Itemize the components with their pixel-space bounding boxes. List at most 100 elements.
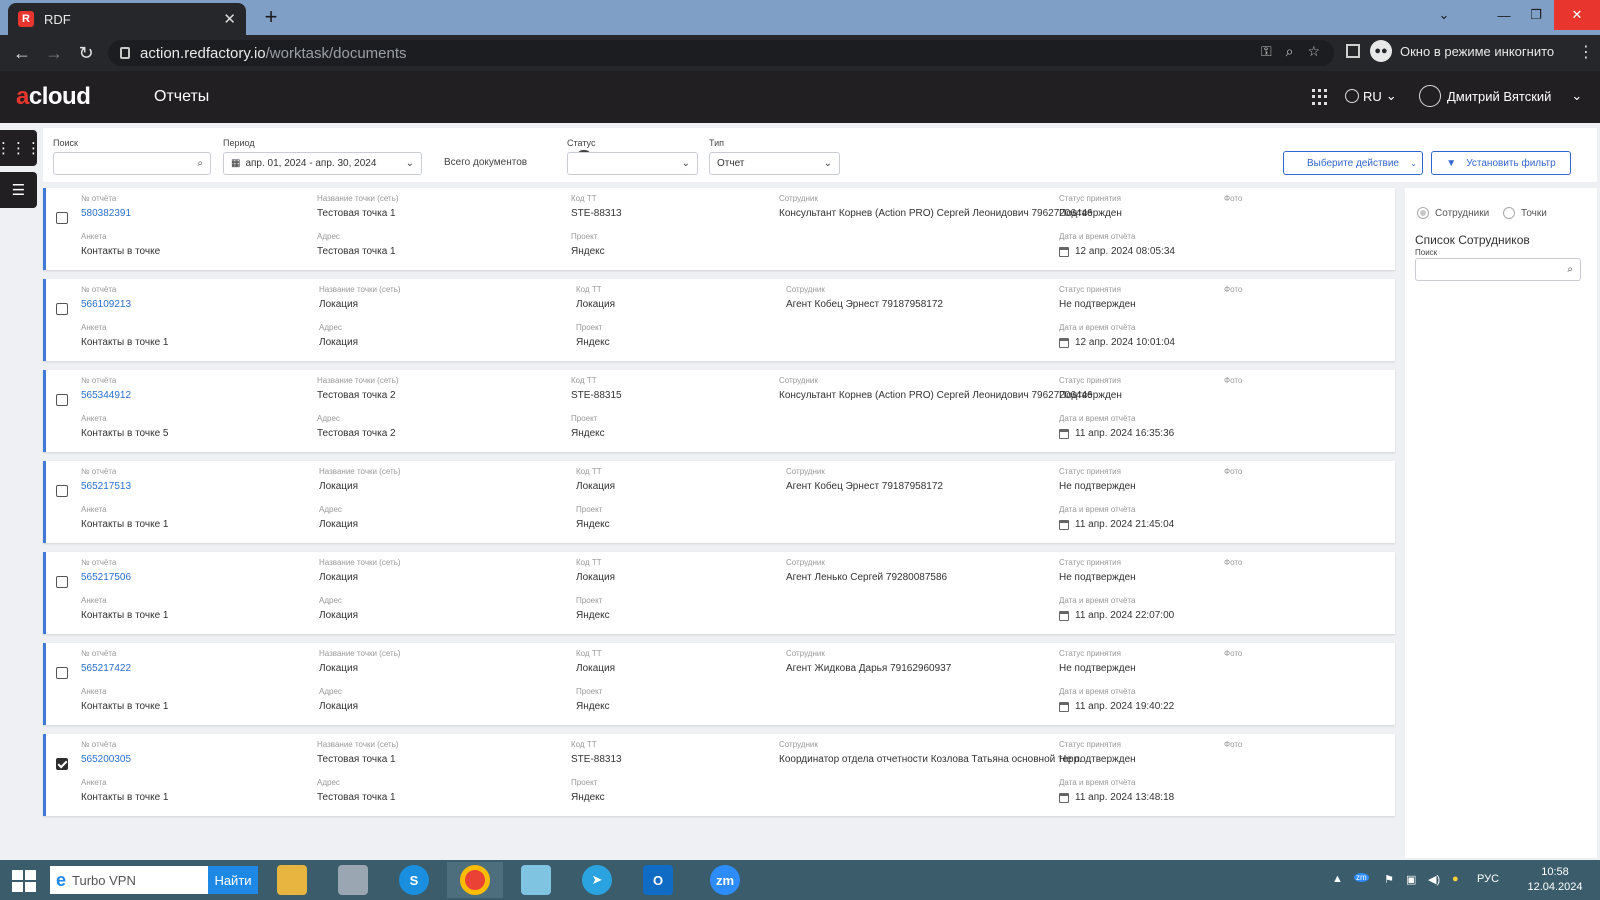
close-tab-icon[interactable]: ✕ [223,10,236,28]
address-bar[interactable]: action.redfactory.io/worktask/documents … [108,40,1334,66]
period-picker[interactable]: ▦ апр. 01, 2024 - апр. 30, 2024 ⌄ [223,152,422,175]
taskbar-find-button[interactable]: Найти [208,866,258,894]
report-card[interactable]: № отчёта 566109213 Название точки (сеть)… [43,279,1395,361]
tray-language[interactable]: РУС [1477,873,1499,885]
report-checkbox[interactable] [56,394,68,406]
report-card[interactable]: № отчёта 565344912 Название точки (сеть)… [43,370,1395,452]
incognito-indicator[interactable]: ●● Окно в режиме инкогнито [1370,40,1554,62]
minimize-window-button[interactable]: — [1488,0,1520,30]
search-input[interactable]: ⌕ [53,152,211,175]
report-datetime-label: Дата и время отчёта [1059,596,1136,605]
apps-grid-icon[interactable] [1312,89,1328,105]
taskbar-search-input[interactable]: e Turbo VPN [50,866,208,894]
language-selector[interactable]: RU ⌄ [1345,88,1397,104]
report-checkbox[interactable] [56,485,68,497]
employee-label: Сотрудник [786,285,825,294]
accept-status-value: Не подтвержден [1059,572,1136,583]
employee-value: Агент Кобец Эрнест 79187958172 [786,299,943,310]
calendar-icon: ▦ [231,158,241,169]
user-menu[interactable]: Дмитрий Вятский ⌄ [1419,85,1582,107]
side-panel-icon[interactable] [1346,44,1360,58]
chevron-down-icon[interactable]: ⌄ [1428,0,1460,30]
report-id-link[interactable]: 565217422 [81,663,131,674]
point-name-label: Название точки (сеть) [317,194,399,203]
select-action-button[interactable]: Выберите действие ⌄ [1283,151,1423,175]
radio-employees[interactable] [1417,207,1429,219]
type-select[interactable]: Отчет ⌄ [709,152,840,175]
report-checkbox[interactable] [56,212,68,224]
tray-volume-icon[interactable]: ◀) [1428,873,1440,886]
chrome-icon[interactable] [447,862,503,898]
report-datetime-value: 11 апр. 2024 22:07:00 [1075,610,1175,621]
restore-window-button[interactable]: ❐ [1520,0,1552,30]
tray-network-icon[interactable]: ▣ [1406,873,1416,886]
radio-points[interactable] [1503,207,1515,219]
employee-filter-panel: Сотрудники Точки Список Сотрудников Поис… [1405,188,1597,858]
outlook-icon[interactable]: O [630,862,686,898]
tt-code-value: STE-88313 [571,754,622,765]
report-no-label: № отчёта [81,649,117,658]
report-checkbox[interactable] [56,576,68,588]
employee-value: Координатор отдела отчетности Козлова Та… [779,754,1082,765]
browser-tab[interactable]: R RDF ✕ [8,3,246,35]
zoom-app-icon[interactable]: zm [697,862,753,898]
calendar-icon [1059,338,1069,348]
report-card[interactable]: № отчёта 565217422 Название точки (сеть)… [43,643,1395,725]
tray-clock[interactable]: 10:58 12.04.2024 [1520,865,1590,895]
more-menu-icon[interactable]: ⋮ [1578,42,1594,62]
lock-icon [120,47,130,59]
skype-icon[interactable]: S [386,862,442,898]
close-window-button[interactable]: ✕ [1554,0,1600,30]
address-value: Тестовая точка 1 [317,246,396,257]
report-card[interactable]: № отчёта 565217506 Название точки (сеть)… [43,552,1395,634]
tray-app-icon[interactable]: ● [1452,873,1459,885]
calendar-icon [1059,247,1069,257]
project-value: Яндекс [576,610,610,621]
key-icon[interactable]: ⚿ [1261,43,1272,60]
report-no-label: № отчёта [81,740,117,749]
rdf-favicon-icon: R [18,11,34,27]
zoom-icon[interactable]: ⌕ [1286,43,1294,60]
report-id-link[interactable]: 565200305 [81,754,131,765]
windows-start-icon[interactable] [12,870,36,892]
report-card[interactable]: № отчёта 580382391 Название точки (сеть)… [43,188,1395,270]
calendar-icon [1059,520,1069,530]
new-tab-button[interactable]: + [258,4,284,30]
report-card[interactable]: № отчёта 565200305 Название точки (сеть)… [43,734,1395,816]
calendar-icon [1059,429,1069,439]
file-explorer-icon[interactable] [264,862,320,898]
report-id-link[interactable]: 565217513 [81,481,131,492]
forward-icon[interactable]: → [42,41,66,65]
reload-icon[interactable]: ↻ [74,41,98,65]
calculator-icon[interactable] [325,862,381,898]
report-id-link[interactable]: 565344912 [81,390,131,401]
report-checkbox[interactable] [56,758,68,770]
set-filter-button[interactable]: ▼ Установить фильтр [1431,151,1571,175]
accept-status-label: Статус принятия [1059,467,1121,476]
report-card[interactable]: № отчёта 565217513 Название точки (сеть)… [43,461,1395,543]
address-label: Адрес [317,232,340,241]
back-icon[interactable]: ← [10,41,34,65]
tray-flag-icon[interactable]: ⚑ [1384,873,1394,886]
chevron-down-icon: ⌄ [1410,158,1417,168]
report-id-link[interactable]: 565217506 [81,572,131,583]
language-label: RU [1363,88,1382,104]
employee-value: Агент Кобец Эрнест 79187958172 [786,481,943,492]
report-id-link[interactable]: 566109213 [81,299,131,310]
tray-expand-icon[interactable]: ▲ [1332,873,1343,885]
accept-status-label: Статус принятия [1059,376,1121,385]
report-checkbox[interactable] [56,667,68,679]
star-icon[interactable]: ☆ [1307,43,1320,60]
telegram-icon[interactable]: ➤ [569,862,625,898]
accept-status-value: Подтвержден [1059,208,1122,219]
hamburger-menu-button[interactable]: ☰ [0,172,37,208]
employee-search-input[interactable]: ⌕ [1415,258,1581,281]
acloud-logo[interactable]: acloud [16,83,91,111]
report-checkbox[interactable] [56,303,68,315]
report-id-link[interactable]: 580382391 [81,208,131,219]
incognito-label: Окно в режиме инкогнито [1400,43,1555,59]
apps-menu-button[interactable]: ⋮⋮⋮ [0,130,41,166]
status-select[interactable]: ⌄ [567,152,698,175]
tray-zoom-icon[interactable]: zm [1354,873,1369,882]
notes-icon[interactable] [508,862,564,898]
